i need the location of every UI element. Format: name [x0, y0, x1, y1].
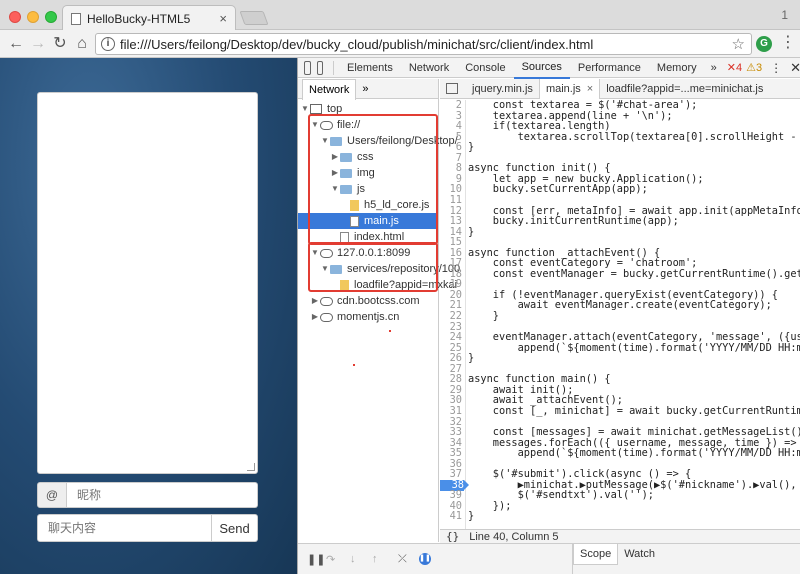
annotation-highlight-box	[308, 114, 438, 245]
step-out-icon[interactable]: ↑	[372, 553, 378, 565]
tree-item-cdn[interactable]: ▶ cdn.bootcss.com	[310, 293, 420, 309]
at-addon: @	[37, 482, 67, 508]
annotation-dot	[353, 364, 355, 366]
browser-tab-bar: HelloBucky-HTML5 × 1	[0, 0, 800, 31]
devtools-menu-icon[interactable]: ⋮	[770, 61, 782, 75]
cloud-icon	[320, 312, 333, 322]
navigator-more-icon[interactable]: »	[362, 83, 368, 95]
forward-arrow-icon[interactable]: →	[28, 34, 48, 54]
url-text[interactable]: file:///Users/feilong/Desktop/dev/bucky_…	[120, 37, 732, 52]
tab-performance[interactable]: Performance	[570, 58, 649, 78]
editor-status-bar: {} Line 40, Column 5	[440, 529, 800, 543]
nickname-input[interactable]	[67, 482, 258, 508]
cursor-position: Line 40, Column 5	[469, 530, 559, 543]
tree-label: cdn.bootcss.com	[337, 295, 420, 307]
minimize-window-button[interactable]	[27, 11, 39, 23]
zoom-window-button[interactable]	[45, 11, 57, 23]
collapse-arrow-icon[interactable]: ▶	[310, 309, 320, 325]
home-icon[interactable]: ⌂	[72, 34, 92, 54]
document-icon	[71, 12, 81, 25]
tab-elements[interactable]: Elements	[339, 58, 401, 78]
editor-tab-label: jquery.min.js	[472, 82, 533, 95]
editor-tab-main[interactable]: main.js ×	[538, 78, 601, 99]
new-tab-button[interactable]	[239, 11, 269, 25]
editor-tab-jquery[interactable]: jquery.min.js	[466, 79, 539, 99]
resize-grip-icon[interactable]	[247, 463, 255, 471]
navigator-tab-network[interactable]: Network	[302, 79, 357, 100]
close-tab-icon[interactable]: ×	[587, 79, 593, 99]
step-into-icon[interactable]: ↓	[350, 553, 356, 565]
pretty-print-icon[interactable]: {}	[446, 530, 459, 543]
pause-on-exceptions-icon[interactable]: ❚❚	[419, 553, 431, 565]
code-text: }	[468, 510, 475, 523]
code-content[interactable]: 2 const textarea = $('#chat-area'); 3 tex…	[440, 100, 800, 531]
browser-tab[interactable]: HelloBucky-HTML5 ×	[62, 5, 236, 31]
step-over-icon[interactable]: ↷	[326, 553, 335, 566]
devtools-close-icon[interactable]: ✕	[790, 60, 800, 76]
code-editor: jquery.min.js main.js × loadfile?appid=..…	[440, 78, 800, 542]
tab-close-icon[interactable]: ×	[219, 11, 227, 26]
line-number[interactable]: 41	[440, 511, 462, 523]
browser-toolbar: ← → ↻ ⌂ i file:///Users/feilong/Desktop/…	[0, 30, 800, 58]
address-bar[interactable]: i file:///Users/feilong/Desktop/dev/buck…	[95, 33, 752, 55]
error-count-badge[interactable]: ✕4	[727, 61, 742, 74]
info-icon[interactable]: i	[101, 37, 115, 51]
toggle-navigator-icon[interactable]	[446, 83, 458, 94]
tab-sources[interactable]: Sources	[513, 57, 570, 79]
navigator-header: Network »	[298, 79, 438, 100]
pause-icon[interactable]: ❚❚	[307, 553, 325, 566]
back-arrow-icon[interactable]: ←	[6, 34, 26, 54]
tab-console[interactable]: Console	[457, 58, 513, 78]
reload-icon[interactable]: ↻	[50, 34, 70, 54]
editor-tab-label: main.js	[545, 82, 581, 95]
cloud-icon	[320, 296, 333, 306]
more-tabs-icon[interactable]: »	[705, 62, 723, 74]
close-window-button[interactable]	[9, 11, 21, 23]
frame-icon	[310, 104, 322, 114]
code-line[interactable]: 41}	[440, 510, 800, 523]
chat-area[interactable]	[37, 92, 258, 474]
inspect-element-icon[interactable]	[304, 60, 311, 75]
file-navigator: Network » ▼ top ▼ file:// ▼ Users/feilon…	[298, 79, 460, 542]
tab-network[interactable]: Network	[401, 58, 457, 78]
devtools-panel: Elements Network Console Sources Perform…	[297, 58, 800, 574]
tab-watch[interactable]: Watch	[618, 544, 661, 564]
tab-memory[interactable]: Memory	[649, 58, 705, 78]
warning-count-badge[interactable]: ⚠3	[746, 61, 762, 74]
debugger-toolbar: ❚❚ ↷ ↓ ↑ ⤫ ❚❚ Scope Watch	[298, 543, 800, 574]
scope-panel: Scope Watch	[572, 544, 661, 574]
browser-menu-icon[interactable]: ⋮	[780, 35, 796, 51]
message-input[interactable]	[37, 514, 212, 542]
tab-title: HelloBucky-HTML5	[87, 11, 191, 26]
collapse-arrow-icon[interactable]: ▶	[310, 293, 320, 309]
nickname-group: @	[37, 482, 258, 508]
devtools-tab-bar: Elements Network Console Sources Perform…	[298, 57, 800, 79]
page-viewport: @ Send	[0, 58, 297, 574]
editor-tab-bar: jquery.min.js main.js × loadfile?appid=..…	[440, 78, 800, 99]
annotation-dot	[389, 330, 391, 332]
window-number: 1	[781, 8, 788, 22]
deactivate-breakpoints-icon[interactable]: ⤫	[398, 553, 407, 566]
message-group: Send	[37, 514, 258, 542]
editor-tab-loadfile[interactable]: loadfile?appid=...me=minichat.js	[600, 79, 769, 99]
annotation-highlight-box	[308, 242, 438, 292]
tree-label: momentjs.cn	[337, 311, 400, 323]
send-button[interactable]: Send	[212, 514, 258, 542]
device-toolbar-icon[interactable]	[316, 60, 323, 75]
editor-tab-label: loadfile?appid=...me=minichat.js	[606, 82, 764, 95]
tab-scope[interactable]: Scope	[573, 544, 619, 565]
bookmark-star-icon[interactable]: ☆	[732, 35, 745, 53]
extension-icon[interactable]: G	[756, 36, 772, 52]
tree-item-momentjs[interactable]: ▶ momentjs.cn	[310, 309, 399, 325]
